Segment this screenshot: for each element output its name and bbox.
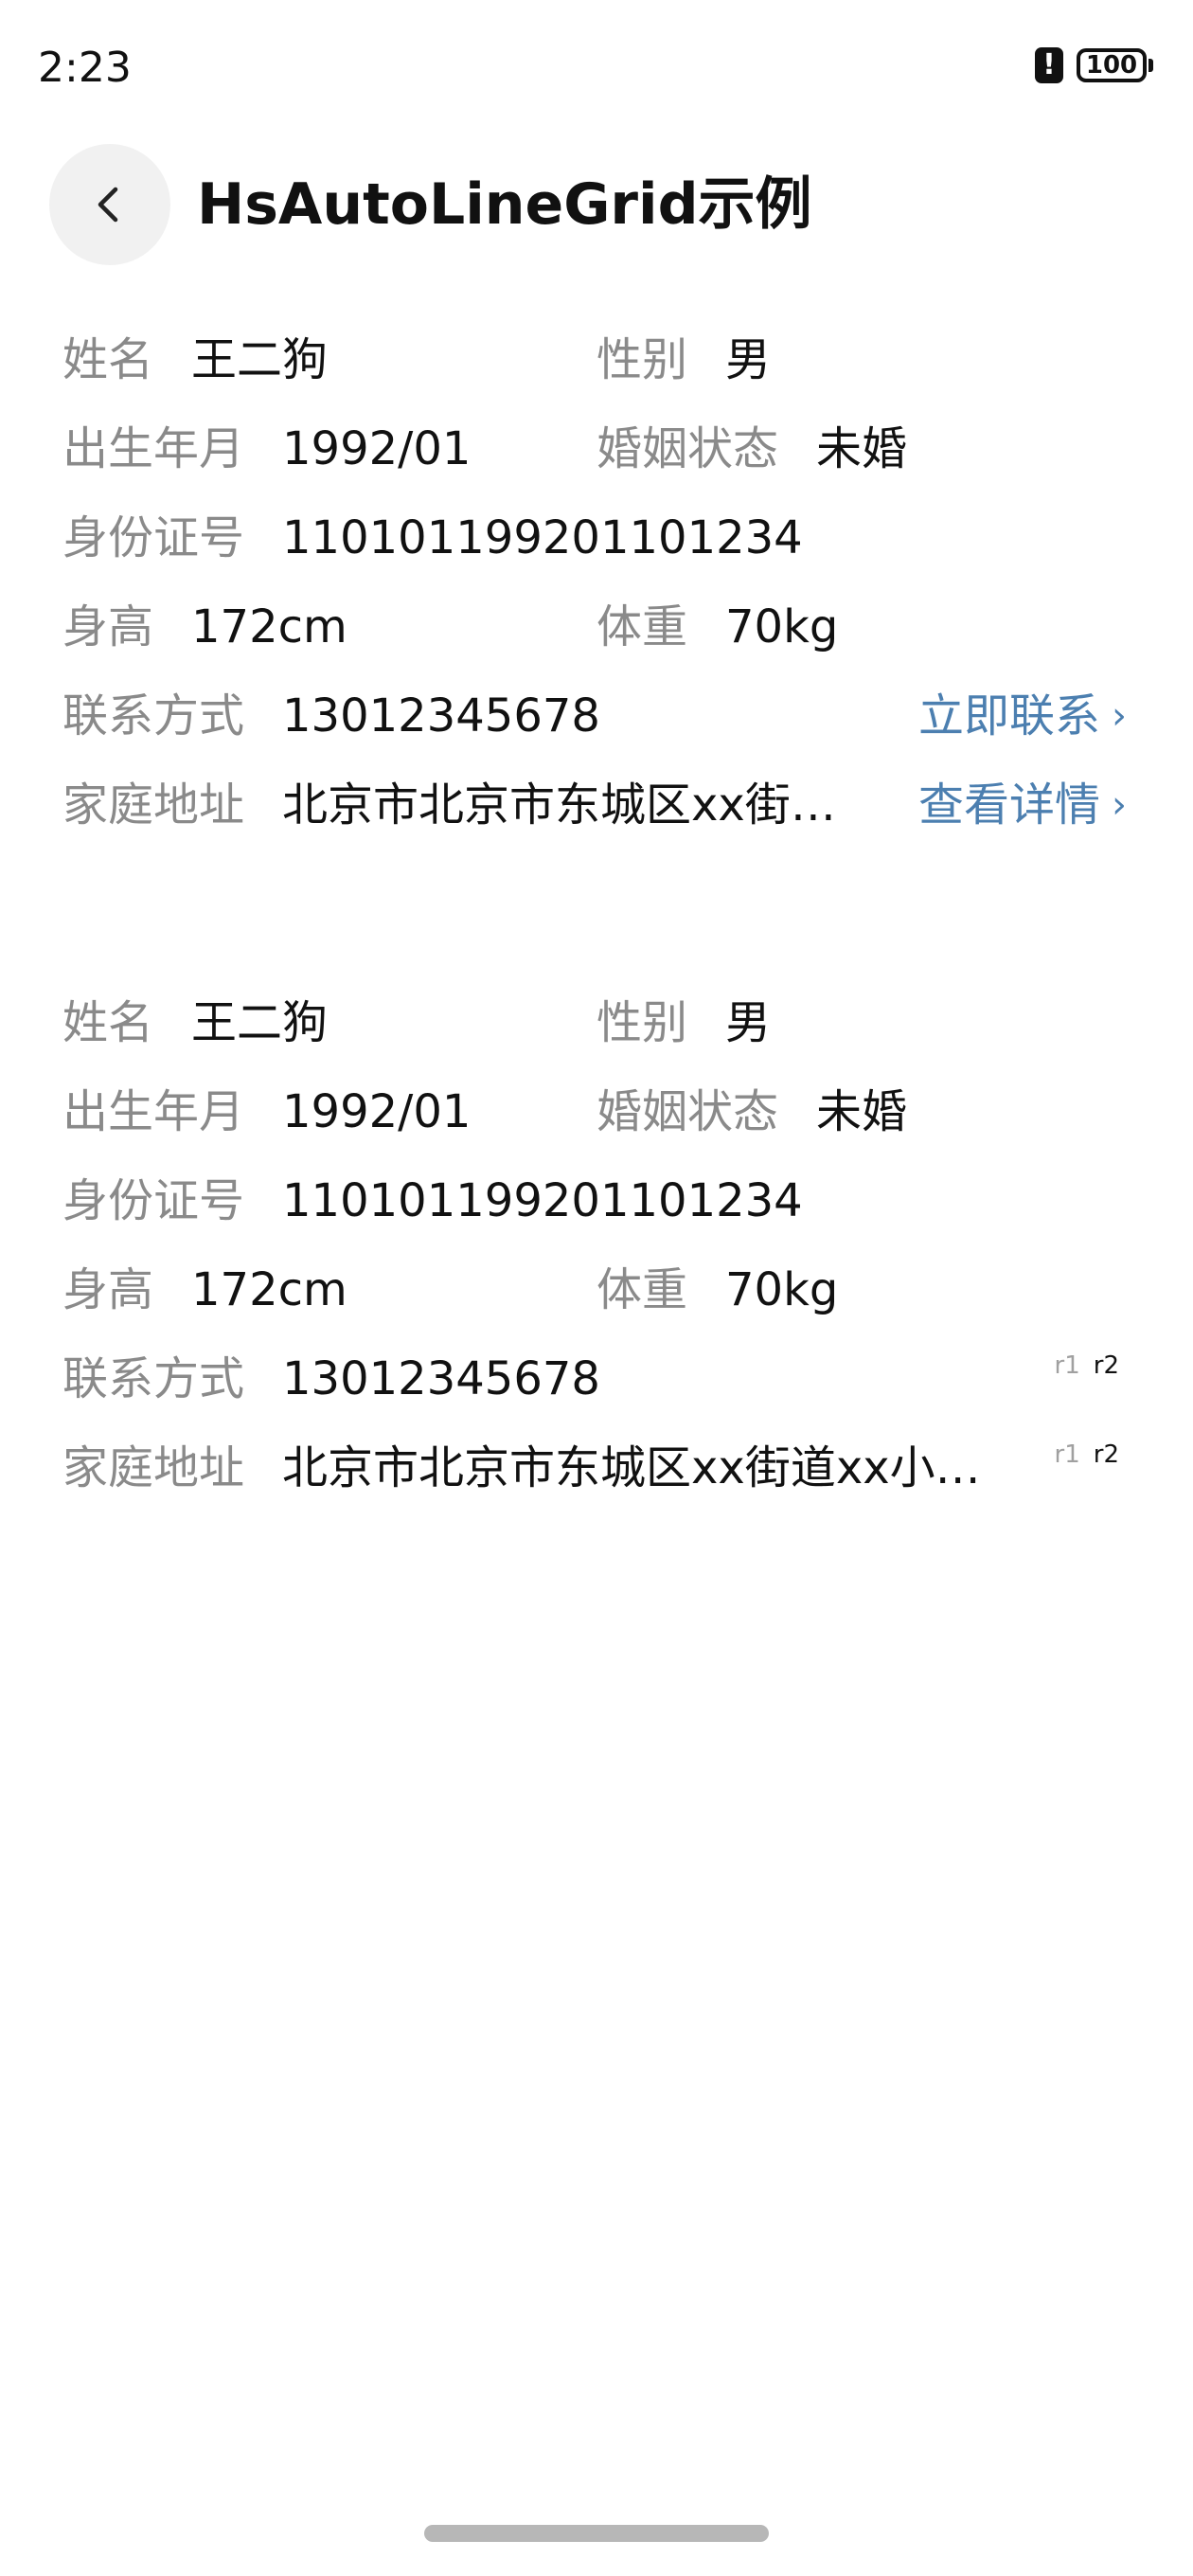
address-value: 北京市北京市东城区xx街… xyxy=(282,778,836,832)
weight-label: 体重 xyxy=(596,600,688,653)
weight-cell: 体重 70kg xyxy=(596,1252,838,1328)
gender-cell: 性别 男 xyxy=(596,322,771,398)
id-cell: 身份证号 110101199201101234 xyxy=(62,500,803,576)
marital-value: 未婚 xyxy=(816,1085,908,1138)
grid-row-address: 家庭地址 北京市北京市东城区xx街道xx小… r1 r2 xyxy=(62,1430,1132,1506)
name-cell: 姓名 王二狗 xyxy=(62,985,328,1061)
address-value: 北京市北京市东城区xx街道xx小… xyxy=(282,1441,981,1494)
grid-row-height-weight: 身高 172cm 体重 70kg xyxy=(62,1252,1132,1328)
gender-value: 男 xyxy=(725,996,772,1049)
battery-level: 100 xyxy=(1077,48,1147,82)
birth-label: 出生年月 xyxy=(62,1085,245,1138)
marital-cell: 婚姻状态 未婚 xyxy=(596,1074,907,1150)
marital-value: 未婚 xyxy=(816,422,908,475)
phone-cell: 联系方式 13012345678 xyxy=(62,678,600,754)
battery-tip xyxy=(1148,59,1153,72)
chevron-right-icon: › xyxy=(1112,783,1127,827)
gender-label: 性别 xyxy=(596,333,688,386)
marital-label: 婚姻状态 xyxy=(596,1085,779,1138)
name-value: 王二狗 xyxy=(191,333,329,386)
grid-row-phone: 联系方式 13012345678 r1 r2 xyxy=(62,1341,1132,1417)
status-icons: ! 100 xyxy=(1035,47,1153,83)
weight-value: 70kg xyxy=(725,600,839,653)
grid-row-id: 身份证号 110101199201101234 xyxy=(62,500,1132,576)
contact-now-label: 立即联系 xyxy=(917,689,1100,742)
row-tags: r1 r2 xyxy=(1055,1436,1119,1474)
height-label: 身高 xyxy=(62,1263,154,1316)
phone-label: 联系方式 xyxy=(62,1352,245,1405)
weight-label: 体重 xyxy=(596,1263,688,1316)
address-label: 家庭地址 xyxy=(62,778,245,832)
height-value: 172cm xyxy=(191,600,347,653)
marital-label: 婚姻状态 xyxy=(596,422,779,475)
gender-label: 性别 xyxy=(596,996,688,1049)
height-value: 172cm xyxy=(191,1263,347,1316)
back-button[interactable] xyxy=(49,144,170,265)
birth-label: 出生年月 xyxy=(62,422,245,475)
address-label: 家庭地址 xyxy=(62,1441,245,1494)
chevron-right-icon: › xyxy=(1112,694,1127,738)
marital-cell: 婚姻状态 未婚 xyxy=(596,411,907,487)
tag-r2: r2 xyxy=(1093,1440,1119,1469)
name-value: 王二狗 xyxy=(191,996,329,1049)
view-details-link[interactable]: 查看详情 › xyxy=(918,767,1127,843)
id-cell: 身份证号 110101199201101234 xyxy=(62,1163,803,1239)
id-label: 身份证号 xyxy=(62,511,245,564)
phone-value: 13012345678 xyxy=(282,689,600,742)
phone-value: 13012345678 xyxy=(282,1352,600,1405)
birth-value: 1992/01 xyxy=(282,422,472,475)
gender-cell: 性别 男 xyxy=(596,985,771,1061)
address-cell: 家庭地址 北京市北京市东城区xx街道xx小… xyxy=(62,1430,981,1506)
grid-row-name-gender: 姓名 王二狗 性别 男 xyxy=(62,322,1132,398)
id-label: 身份证号 xyxy=(62,1174,245,1227)
home-indicator[interactable] xyxy=(424,2525,769,2542)
grid-row-address: 家庭地址 北京市北京市东城区xx街… 查看详情 › xyxy=(62,767,1132,843)
contact-now-link[interactable]: 立即联系 › xyxy=(918,678,1127,754)
status-bar: 2:23 ! 100 xyxy=(0,0,1193,133)
nav-bar: HsAutoLineGrid示例 xyxy=(0,142,1193,267)
row-tags: r1 r2 xyxy=(1055,1347,1119,1385)
id-value: 110101199201101234 xyxy=(282,1174,803,1227)
name-cell: 姓名 王二狗 xyxy=(62,322,328,398)
birth-cell: 出生年月 1992/01 xyxy=(62,411,471,487)
status-time: 2:23 xyxy=(38,44,132,92)
name-label: 姓名 xyxy=(62,996,154,1049)
page-title: HsAutoLineGrid示例 xyxy=(197,171,812,238)
grid-row-id: 身份证号 110101199201101234 xyxy=(62,1163,1132,1239)
view-details-label: 查看详情 xyxy=(917,778,1100,832)
grid-row-height-weight: 身高 172cm 体重 70kg xyxy=(62,589,1132,665)
phone-cell: 联系方式 13012345678 xyxy=(62,1341,600,1417)
weight-cell: 体重 70kg xyxy=(596,589,838,665)
tag-r1: r1 xyxy=(1054,1440,1080,1469)
tag-r1: r1 xyxy=(1054,1351,1080,1380)
birth-value: 1992/01 xyxy=(282,1085,472,1138)
grid-row-phone: 联系方式 13012345678 立即联系 › xyxy=(62,678,1132,754)
weight-value: 70kg xyxy=(725,1263,839,1316)
grid-row-name-gender: 姓名 王二狗 性别 男 xyxy=(62,985,1132,1061)
birth-cell: 出生年月 1992/01 xyxy=(62,1074,471,1150)
battery-icon: 100 xyxy=(1077,48,1153,82)
address-cell: 家庭地址 北京市北京市东城区xx街… xyxy=(62,767,836,843)
height-label: 身高 xyxy=(62,600,154,653)
chevron-left-icon xyxy=(98,187,118,223)
id-value: 110101199201101234 xyxy=(282,511,803,564)
height-cell: 身高 172cm xyxy=(62,589,347,665)
tag-r2: r2 xyxy=(1093,1351,1119,1380)
alert-icon: ! xyxy=(1035,47,1063,83)
grid-row-birth-marital: 出生年月 1992/01 婚姻状态 未婚 xyxy=(62,1074,1132,1150)
gender-value: 男 xyxy=(725,333,772,386)
height-cell: 身高 172cm xyxy=(62,1252,347,1328)
phone-label: 联系方式 xyxy=(62,689,245,742)
grid-row-birth-marital: 出生年月 1992/01 婚姻状态 未婚 xyxy=(62,411,1132,487)
name-label: 姓名 xyxy=(62,333,154,386)
